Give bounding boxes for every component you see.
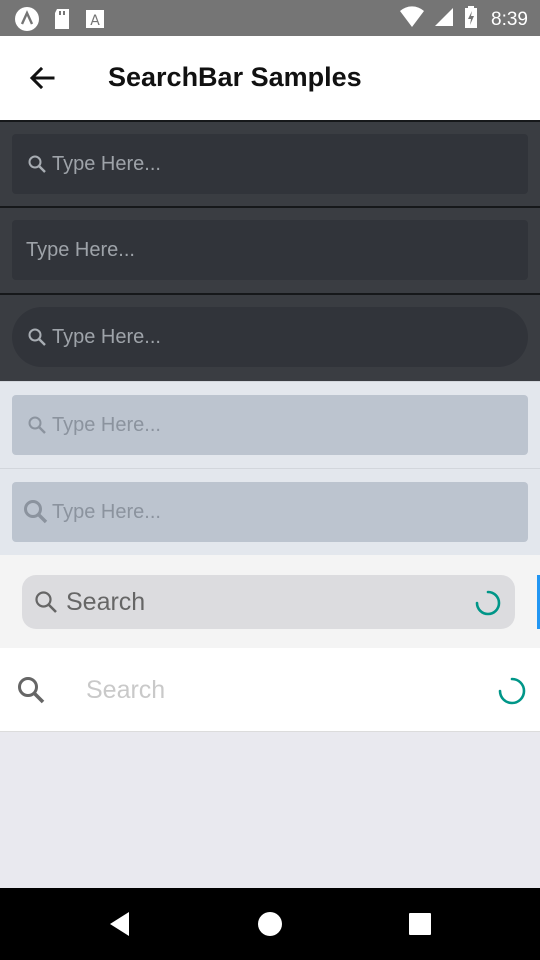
search-input-light-large-icon[interactable]: Type Here... [12,482,528,542]
search-placeholder: Type Here... [52,413,161,436]
searchbar-sample-dark-rounded: Type Here... [0,293,540,381]
search-placeholder: Type Here... [26,238,135,261]
app-bar: SearchBar Samples [0,36,540,120]
nav-back-button[interactable] [104,908,136,940]
status-left-icons: A [14,6,106,37]
nav-home-button[interactable] [254,908,286,940]
arrow-left-icon [29,66,55,90]
search-placeholder: Type Here... [52,500,161,523]
search-icon [26,414,48,436]
search-icon [34,590,58,614]
sd-card-icon [52,7,72,36]
back-button[interactable] [22,58,62,98]
signal-icon [433,6,455,33]
search-icon [22,498,50,526]
svg-text:A: A [90,13,100,29]
recents-square-icon [409,913,431,935]
search-icon [26,153,48,175]
search-input-dark-rounded[interactable]: Type Here... [12,307,528,367]
search-input-dark[interactable]: Type Here... [12,134,528,194]
font-a-icon: A [84,7,106,36]
back-triangle-icon [110,912,129,936]
search-placeholder: Type Here... [52,325,161,348]
searchbar-sample-forms: Search [0,555,540,648]
searchbar-sample-dark-no-icon: Type Here... [0,206,540,294]
status-bar: A 8:39 [0,0,540,36]
page-title: SearchBar Samples [108,62,362,92]
search-placeholder: Type Here... [52,152,161,175]
searchbar-sample-light: Type Here... [0,381,540,468]
home-circle-icon [258,912,282,936]
search-icon [26,326,48,348]
loading-spinner-icon [475,590,501,621]
loading-spinner-icon [498,677,526,710]
search-input-dark-no-icon[interactable]: Type Here... [12,220,528,280]
search-icon[interactable] [16,675,46,705]
wifi-icon [399,6,425,33]
search-input-light[interactable]: Type Here... [12,395,528,455]
search-placeholder: Search [66,587,146,616]
battery-charging-icon [463,5,479,34]
status-right-icons: 8:39 [399,5,528,34]
searchbar-sample-material: Search [0,648,540,732]
search-input-forms[interactable]: Search [22,575,515,629]
app-logo-icon [14,6,40,37]
nav-recents-button[interactable] [404,908,436,940]
searchbar-sample-light-large-icon: Type Here... [0,468,540,555]
status-time: 8:39 [491,8,528,30]
searchbar-sample-dark: Type Here... [0,120,540,207]
search-input-material[interactable]: Search [86,676,165,705]
system-nav-bar [0,888,540,960]
